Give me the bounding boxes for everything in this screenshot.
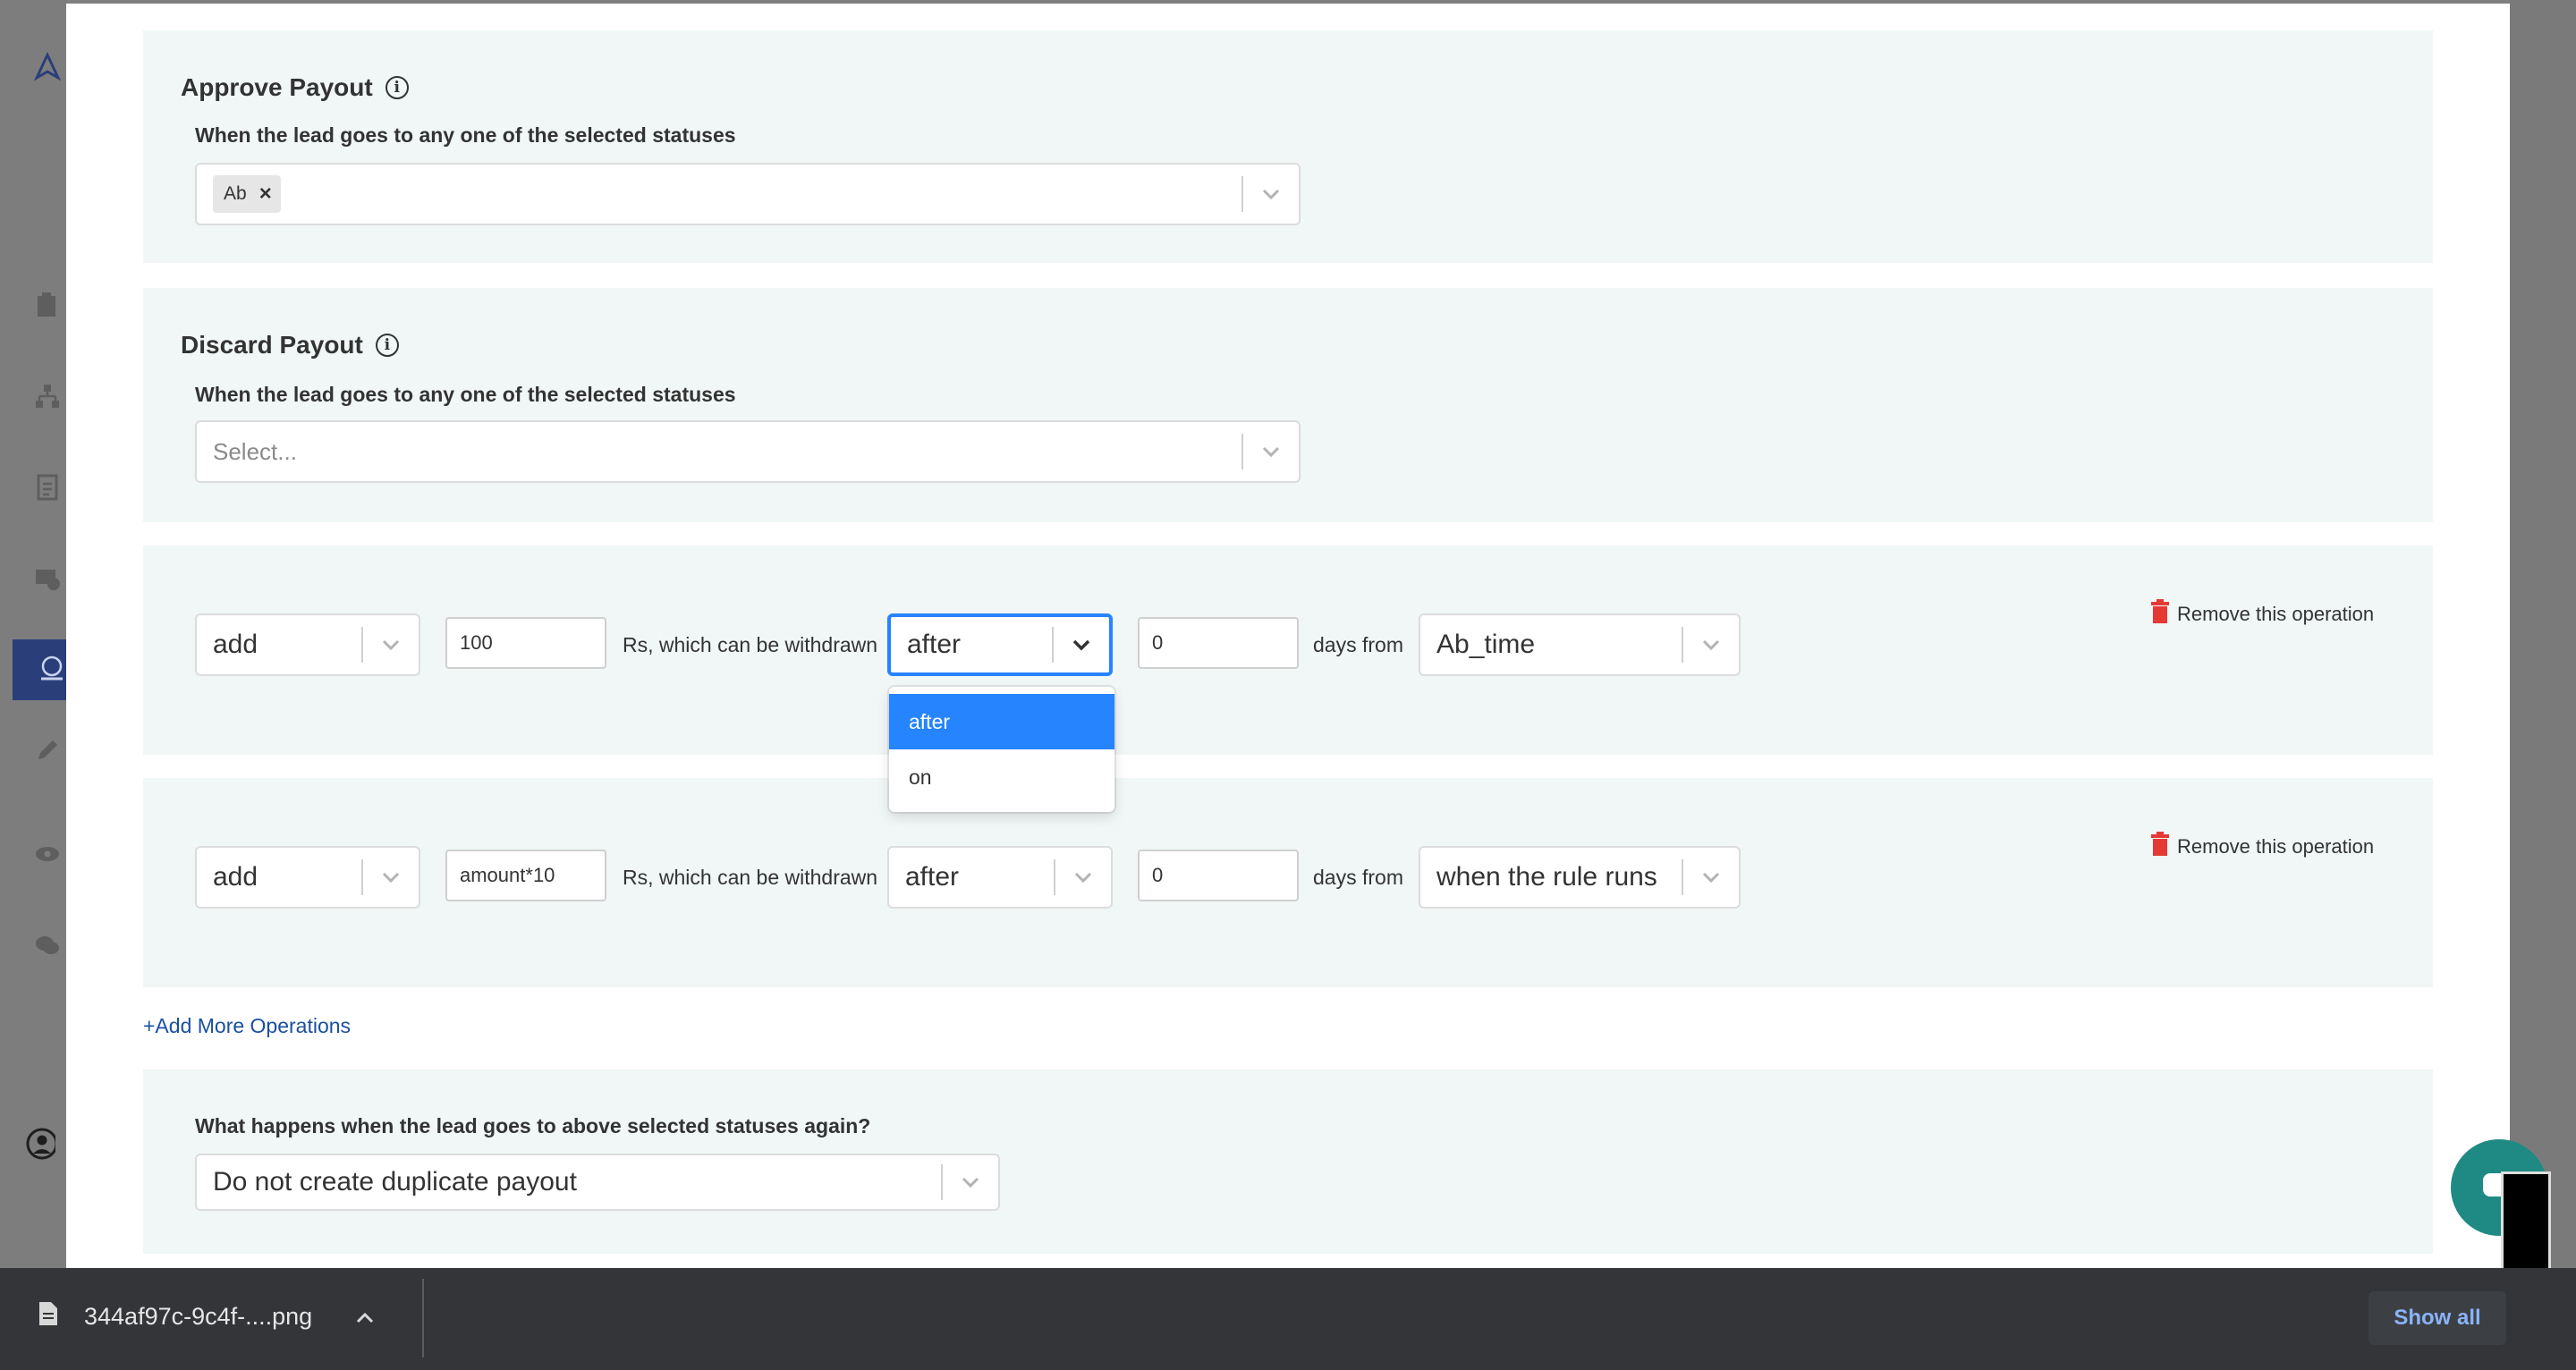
eye-icon[interactable] [32,839,63,869]
download-item[interactable]: 344af97c-9c4f-....png [38,1300,375,1333]
days-input-1[interactable]: 0 [1138,617,1299,669]
discard-select-placeholder: Select... [213,437,297,465]
info-icon[interactable]: i [375,334,399,357]
app-logo-icon[interactable] [32,51,63,82]
timing-select-value: after [905,862,960,892]
duplicate-question-label: What happens when the lead goes to above… [195,1114,871,1137]
remove-operation-button-2[interactable]: Remove this operation [2150,832,2374,862]
from-select-value: Ab_time [1436,630,1536,659]
pencil-icon[interactable] [32,735,63,765]
chevron-down-icon[interactable] [943,1155,998,1209]
discard-payout-title: Discard Payout [181,331,363,359]
timing-select-value: after [907,630,962,659]
days-from-text: days from [1313,866,1403,889]
add-more-operations-link[interactable]: +Add More Operations [143,1014,351,1038]
download-file-name: 344af97c-9c4f-....png [84,1303,313,1330]
from-select-2[interactable]: when the rule runs [1419,846,1741,909]
timing-select-2[interactable]: after [887,846,1113,909]
dropdown-option-on[interactable]: on [889,749,1114,805]
chat-icon[interactable] [32,930,63,960]
hierarchy-icon[interactable] [32,381,63,411]
sidebar-item-payouts-active[interactable] [13,639,66,700]
withdrawn-text: Rs, which can be withdrawn [623,866,878,889]
info-icon[interactable]: i [385,76,409,99]
amount-input-1[interactable]: 100 [445,617,606,669]
duplicate-select-value: Do not create duplicate payout [213,1167,577,1197]
app-sidebar [0,0,66,1268]
action-select-value: add [213,862,258,892]
chevron-down-icon[interactable] [1243,422,1299,481]
approve-payout-title: Approve Payout [181,73,373,101]
trash-icon [2150,832,2170,862]
payout-rule-modal: Approve Payout i When the lead goes to a… [66,4,2510,1268]
remove-operation-button-1[interactable]: Remove this operation [2150,599,2374,630]
chevron-down-icon[interactable] [363,848,419,907]
user-avatar-icon[interactable] [25,1128,55,1160]
from-select-1[interactable]: Ab_time [1419,613,1741,676]
days-from-text: days from [1313,633,1403,656]
timing-dropdown-menu: after on [889,687,1114,812]
discard-status-select[interactable]: Select... [195,420,1301,483]
backdrop-strip [2510,0,2576,1268]
show-all-button[interactable]: Show all [2368,1291,2506,1345]
file-icon [38,1300,59,1333]
duplicate-panel: What happens when the lead goes to above… [143,1070,2433,1254]
chevron-down-icon[interactable] [1054,617,1109,672]
approve-payout-heading: Approve Payout i [181,73,409,102]
document-icon[interactable] [32,472,63,503]
downloads-divider [422,1279,424,1357]
approve-payout-panel: Approve Payout i When the lead goes to a… [143,30,2433,263]
action-select-2[interactable]: add [195,846,420,909]
discard-payout-heading: Discard Payout i [181,331,399,359]
chevron-down-icon[interactable] [1055,848,1111,907]
days-input-2[interactable]: 0 [1138,850,1299,901]
tag-remove-icon[interactable]: × [256,182,281,207]
chevron-up-icon[interactable] [355,1303,375,1331]
action-select-1[interactable]: add [195,613,420,676]
from-select-value: when the rule runs [1436,862,1657,892]
approve-payout-label: When the lead goes to any one of the sel… [195,123,736,147]
chevron-down-icon[interactable] [1683,848,1739,907]
operation-row-2: add amount*10 Rs, which can be withdrawn… [143,778,2433,987]
discard-payout-panel: Discard Payout i When the lead goes to a… [143,288,2433,522]
downloads-bar: 344af97c-9c4f-....png Show all [0,1268,2576,1370]
timing-select-1[interactable]: after [887,613,1113,676]
status-tag: Ab × [213,175,281,213]
action-select-value: add [213,630,258,659]
clipboard-icon[interactable] [32,290,63,320]
discard-payout-label: When the lead goes to any one of the sel… [195,383,736,406]
duplicate-select[interactable]: Do not create duplicate payout [195,1154,1000,1211]
chevron-down-icon[interactable] [1683,615,1739,674]
payment-icon[interactable] [32,563,63,594]
operation-row-1: add 100 Rs, which can be withdrawn after… [143,545,2433,755]
status-tag-label: Ab [224,183,247,204]
trash-icon [2150,599,2170,630]
dropdown-option-after[interactable]: after [889,694,1114,749]
amount-input-2[interactable]: amount*10 [445,850,606,901]
chevron-down-icon[interactable] [363,615,419,674]
withdrawn-text: Rs, which can be withdrawn [623,633,878,656]
remove-operation-label: Remove this operation [2177,835,2375,858]
approve-status-select[interactable]: Ab × [195,163,1301,225]
remove-operation-label: Remove this operation [2177,603,2375,625]
chevron-down-icon[interactable] [1243,165,1299,224]
